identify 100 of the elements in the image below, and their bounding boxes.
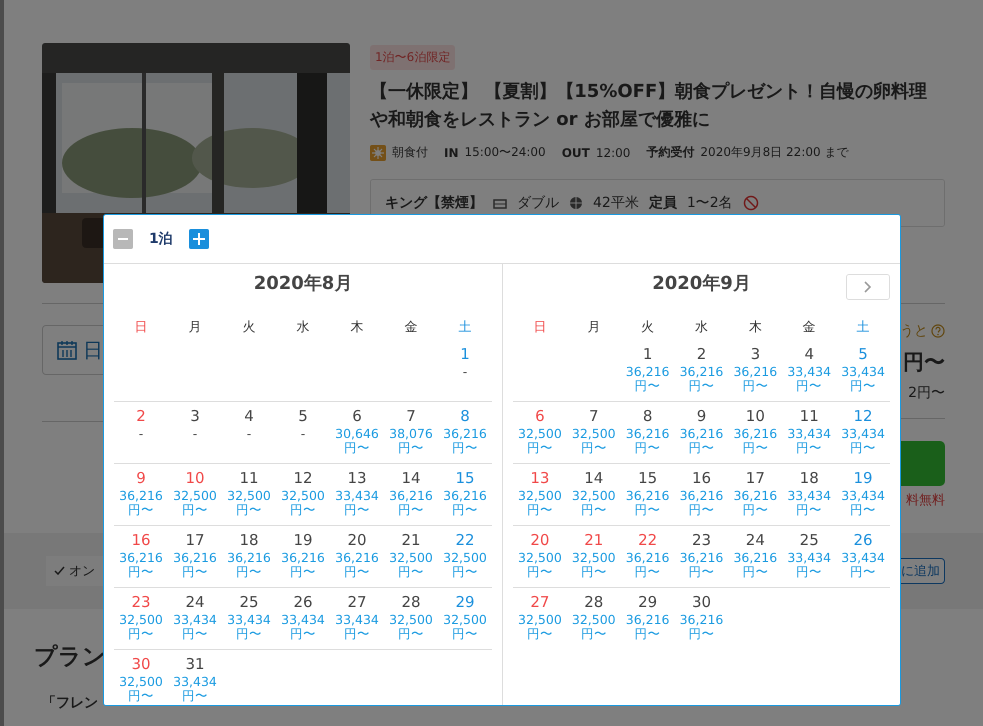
price-text: 円〜 xyxy=(903,349,945,376)
day-number[interactable]: 5 xyxy=(298,407,308,425)
day-price: 32,500 xyxy=(572,489,616,503)
day-number[interactable]: 25 xyxy=(239,593,259,611)
day-number[interactable]: 3 xyxy=(190,407,200,425)
price-unit: 円〜 xyxy=(526,503,553,517)
day-price: 36,216 xyxy=(626,489,670,503)
plan-title: 【一休限定】 【夏割】【15%OFF】朝食プレゼント！自慢の卵料理や和朝食をレストラン or お部屋で優雅に xyxy=(370,80,928,132)
day-number[interactable]: 22 xyxy=(455,531,475,549)
day-number[interactable]: 13 xyxy=(530,469,550,487)
day-number[interactable]: 29 xyxy=(455,593,475,611)
day-number[interactable]: 15 xyxy=(638,469,658,487)
price-unit: 円〜 xyxy=(742,503,768,517)
day-number[interactable]: 7 xyxy=(589,407,599,425)
day-price: 32,500 xyxy=(572,551,616,565)
capacity-value: 1〜2名 xyxy=(686,194,733,212)
price-unit: 円〜 xyxy=(290,627,316,641)
price-unit: 円〜 xyxy=(796,565,822,579)
day-price: 33,434 xyxy=(841,489,885,503)
day-price: 36,216 xyxy=(626,613,670,627)
weekday-label: 月 xyxy=(587,320,600,335)
day-number[interactable]: 26 xyxy=(293,593,313,611)
no-smoking-icon xyxy=(742,195,759,211)
day-number[interactable]: 4 xyxy=(244,407,254,425)
day-number[interactable]: 10 xyxy=(746,407,765,425)
day-price: 36,216 xyxy=(733,489,778,503)
price-unit: 円〜 xyxy=(398,441,424,455)
day-price: 33,434 xyxy=(173,613,217,627)
day-number[interactable]: 8 xyxy=(642,407,652,425)
day-price: 32,500 xyxy=(281,489,325,503)
day-number[interactable]: 12 xyxy=(293,469,313,487)
price-unit: 円〜 xyxy=(742,441,768,455)
day-number[interactable]: 9 xyxy=(136,469,146,487)
day-number[interactable]: 24 xyxy=(185,593,205,611)
day-number[interactable]: 25 xyxy=(800,531,819,549)
day-number[interactable]: 10 xyxy=(185,469,205,487)
day-number[interactable]: 17 xyxy=(746,469,765,487)
day-number[interactable]: 4 xyxy=(804,345,814,363)
day-number[interactable]: 12 xyxy=(854,407,873,425)
day-number[interactable]: 21 xyxy=(401,531,421,549)
day-number[interactable]: 6 xyxy=(352,407,362,425)
price-unit: 円〜 xyxy=(634,441,661,455)
day-number[interactable]: 15 xyxy=(455,469,475,487)
day-number[interactable]: 7 xyxy=(406,407,416,425)
day-number[interactable]: 11 xyxy=(239,469,259,487)
day-number[interactable]: 23 xyxy=(131,593,151,611)
price-unit: 円〜 xyxy=(742,565,768,579)
day-number[interactable]: 2 xyxy=(696,345,706,363)
day-price: 32,500 xyxy=(518,551,562,565)
day-price: - xyxy=(192,427,198,441)
day-number[interactable]: 6 xyxy=(535,407,545,425)
day-number[interactable]: 17 xyxy=(185,531,205,549)
day-number[interactable]: 14 xyxy=(584,469,604,487)
price-unit: 円〜 xyxy=(634,627,661,641)
weekday-label: 火 xyxy=(242,320,256,335)
day-number[interactable]: 31 xyxy=(185,655,205,673)
day-number[interactable]: 16 xyxy=(692,469,712,487)
day-number[interactable]: 27 xyxy=(530,593,550,611)
nights-value: 1泊 xyxy=(149,230,173,248)
check-icon xyxy=(54,566,65,576)
weekday-label: 月 xyxy=(188,320,202,335)
day-number[interactable]: 1 xyxy=(642,345,652,363)
day-number[interactable]: 19 xyxy=(854,469,873,487)
day-number[interactable]: 30 xyxy=(131,655,151,673)
day-number[interactable]: 20 xyxy=(530,531,550,549)
day-number[interactable]: 14 xyxy=(401,469,421,487)
day-number[interactable]: 28 xyxy=(401,593,421,611)
decrease-button[interactable] xyxy=(113,229,133,249)
day-number[interactable]: 3 xyxy=(750,345,760,363)
day-number[interactable]: 5 xyxy=(858,345,868,363)
day-number[interactable]: 16 xyxy=(131,531,151,549)
day-number[interactable]: 8 xyxy=(460,407,470,425)
day-price: 32,500 xyxy=(389,551,433,565)
day-number[interactable]: 11 xyxy=(800,407,819,425)
day-price: 33,434 xyxy=(787,489,832,503)
day-number[interactable]: 26 xyxy=(854,531,873,549)
day-number[interactable]: 19 xyxy=(293,531,313,549)
next-month-button[interactable] xyxy=(846,274,890,300)
day-number[interactable]: 1 xyxy=(460,345,470,363)
price-unit: 円〜 xyxy=(290,565,316,579)
day-number[interactable]: 18 xyxy=(239,531,259,549)
day-number[interactable]: 2 xyxy=(136,407,146,425)
increase-button[interactable] xyxy=(188,229,209,249)
day-price: 32,500 xyxy=(572,427,616,441)
price-unit: 円〜 xyxy=(344,627,370,641)
day-number[interactable]: 29 xyxy=(638,593,658,611)
day-number[interactable]: 27 xyxy=(347,593,367,611)
day-number[interactable]: 20 xyxy=(347,531,367,549)
day-number[interactable]: 22 xyxy=(638,531,658,549)
help-icon[interactable] xyxy=(931,324,945,338)
day-number[interactable]: 21 xyxy=(584,531,604,549)
day-number[interactable]: 28 xyxy=(584,593,604,611)
day-number[interactable]: 9 xyxy=(696,407,706,425)
info-label: IN xyxy=(444,146,459,160)
day-number[interactable]: 30 xyxy=(692,593,712,611)
price-unit: 円〜 xyxy=(688,565,714,579)
day-number[interactable]: 18 xyxy=(800,469,819,487)
day-number[interactable]: 13 xyxy=(347,469,367,487)
day-number[interactable]: 23 xyxy=(692,531,712,549)
day-number[interactable]: 24 xyxy=(746,531,765,549)
